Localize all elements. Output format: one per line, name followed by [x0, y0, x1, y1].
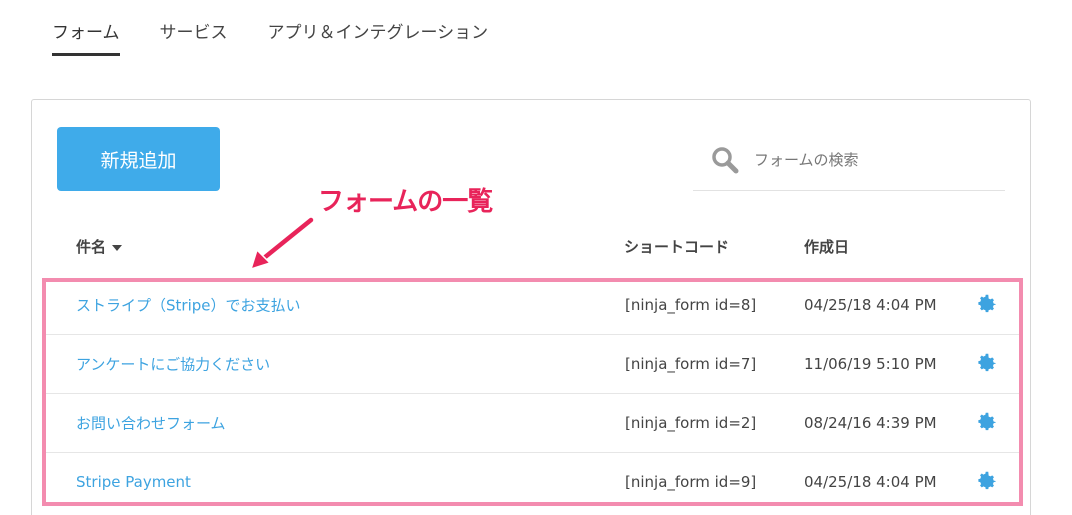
tab-services[interactable]: サービス: [160, 18, 228, 56]
nav-tabs: フォーム サービス アプリ＆インテグレーション: [52, 18, 488, 56]
tab-apps-integrations[interactable]: アプリ＆インテグレーション: [268, 18, 489, 56]
column-header-shortcode: ショートコード: [624, 238, 730, 256]
search-icon: [712, 147, 739, 174]
search-input[interactable]: [754, 151, 984, 169]
sort-caret-icon: [112, 244, 123, 251]
tab-forms[interactable]: フォーム: [52, 18, 120, 56]
annotation-arrow-icon: [249, 215, 316, 271]
add-new-button[interactable]: 新規追加: [57, 127, 220, 191]
rows-highlight-box: [42, 278, 1023, 506]
column-header-title-label: 件名: [76, 238, 107, 256]
search-box: [693, 130, 1005, 191]
column-header-title[interactable]: 件名: [76, 236, 123, 257]
column-header-date: 作成日: [804, 238, 850, 256]
annotation-label: フォームの一覧: [318, 187, 493, 217]
